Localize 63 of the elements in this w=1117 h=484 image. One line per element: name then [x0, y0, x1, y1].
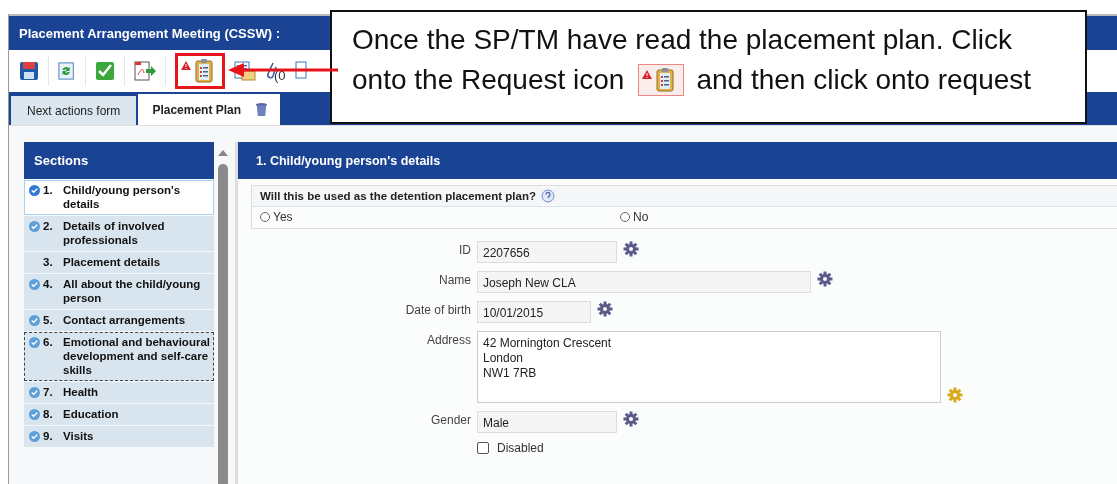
tab[interactable]: Placement Plan — [138, 94, 281, 125]
section-item[interactable]: 4. All about the child/young person — [24, 274, 214, 309]
section-item[interactable]: 1. Child/young person's details — [24, 180, 214, 215]
field-label: Date of birth — [404, 302, 471, 317]
section-label: Health — [63, 385, 100, 399]
section-number: 8. — [42, 407, 54, 421]
field-label: Gender — [429, 412, 471, 427]
panel-header: 1. Child/young person's details — [238, 142, 1117, 179]
callout-text: onto the Request icon — [352, 63, 625, 97]
save-icon[interactable] — [19, 61, 39, 81]
text-field[interactable]: Joseph New CLA — [477, 271, 811, 293]
attachment-count: (0 — [274, 67, 286, 83]
section-label: Details of involved professionals — [63, 219, 166, 247]
checkmark-icon[interactable] — [95, 61, 115, 81]
callout-text: and then click onto request — [696, 63, 1032, 97]
text-field[interactable]: 10/01/2015 — [477, 301, 591, 323]
section-label: All about the child/young person — [63, 277, 202, 305]
scroll-up-icon[interactable] — [218, 150, 228, 156]
section-number: 3. — [42, 255, 54, 269]
sections-header: Sections — [24, 142, 214, 179]
gear-icon[interactable] — [597, 301, 613, 317]
gear-icon[interactable] — [623, 411, 639, 427]
section-label: Placement details — [63, 255, 162, 269]
section-label: Visits — [63, 429, 95, 443]
field-label: Address — [425, 332, 471, 347]
text-field[interactable]: Male — [477, 411, 617, 433]
section-number: 9. — [42, 429, 54, 443]
paperclip-icon[interactable] — [265, 60, 277, 82]
section-item[interactable]: 5. Contact arrangements — [24, 310, 214, 331]
section-item[interactable]: 6. Emotional and behavioural development and self-care skills — [24, 332, 214, 381]
section-label: Contact arrangements — [63, 313, 187, 327]
field-label: ID — [458, 242, 471, 257]
trash-icon[interactable] — [255, 102, 269, 117]
radio-option[interactable]: Yes — [260, 210, 620, 224]
section-label: Education — [63, 407, 120, 421]
section-item[interactable]: 8. Education — [24, 404, 214, 425]
refresh-icon[interactable] — [58, 61, 76, 81]
section-number: 1. — [42, 183, 54, 197]
section-number: 6. — [42, 335, 54, 349]
pdf-export-icon[interactable] — [134, 61, 156, 81]
section-number: 2. — [42, 219, 54, 233]
document-icon[interactable] — [294, 61, 307, 81]
radio-option[interactable]: No — [620, 210, 980, 224]
tab[interactable]: Next actions form — [11, 96, 137, 125]
gear-icon[interactable] — [817, 271, 833, 287]
help-icon[interactable] — [540, 189, 555, 203]
section-item[interactable]: 9. Visits — [24, 426, 214, 447]
section-number: 5. — [42, 313, 54, 327]
window-title: Placement Arrangement Meeting (CSSW) : — [19, 25, 280, 41]
scrollbar-thumb[interactable] — [218, 164, 228, 484]
field-label: Name — [438, 272, 471, 287]
callout-text: Once the SP/TM have read the placement plan. Click — [352, 23, 1012, 57]
text-field[interactable]: 2207656 — [477, 241, 617, 263]
section-item[interactable]: 7. Health — [24, 382, 214, 403]
section-number: 7. — [42, 385, 54, 399]
address-field[interactable]: 42 Mornington Crescent London NW1 7RB — [477, 331, 941, 403]
section-item[interactable]: 3. Placement details — [24, 252, 214, 273]
gear-icon[interactable] — [623, 241, 639, 257]
question-text: Will this be used as the detention placement plan? — [260, 190, 536, 202]
section-label: Emotional and behavioural development and self-care skills — [63, 335, 210, 377]
section-item[interactable]: 2. Details of involved professionals — [24, 216, 214, 251]
section-number: 4. — [42, 277, 54, 291]
section-label: Child/young person's details — [63, 183, 182, 211]
